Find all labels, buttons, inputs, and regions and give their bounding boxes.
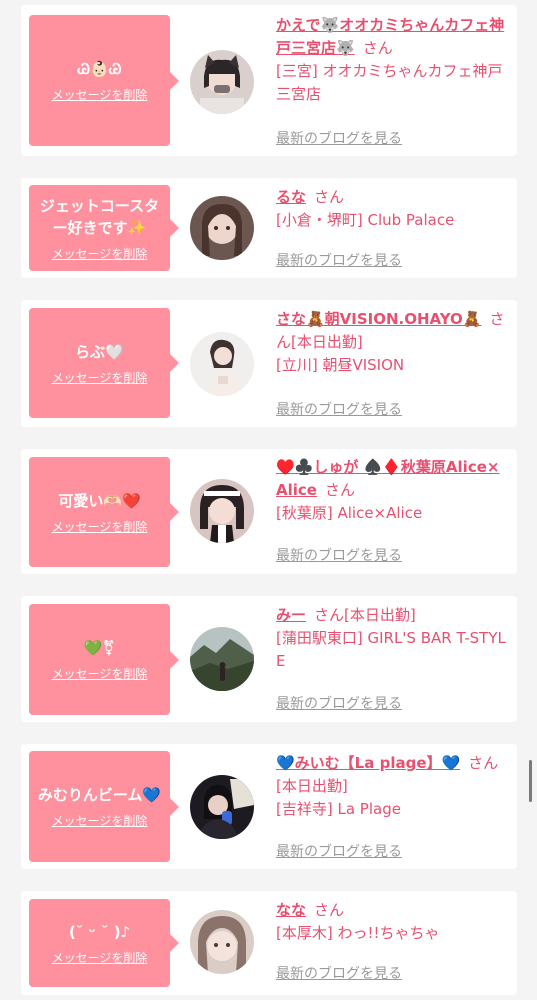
- avatar[interactable]: [190, 910, 254, 974]
- message-bubble: (˘ ᵕ ˘ )♪ メッセージを削除: [29, 899, 179, 987]
- scrollbar[interactable]: [529, 760, 532, 802]
- delete-message-link[interactable]: メッセージを削除: [52, 665, 148, 682]
- shop-text: [三宮] オオカミちゃんカフェ神戸三宮店: [276, 62, 503, 103]
- message-bubble: Ꮚ👶🏻Ꮚ メッセージを削除: [29, 15, 179, 146]
- message-card: らぶ🤍 メッセージを削除 さな🧸朝VISION.OHAYO🧸 さん[本日出勤] […: [21, 300, 517, 427]
- delete-message-link[interactable]: メッセージを削除: [52, 245, 148, 262]
- shop-text: [本厚木] わっ!!ちゃちゃ: [276, 924, 440, 942]
- message-text: 可愛い🫶🏻❤️: [58, 491, 141, 510]
- latest-blog-link[interactable]: 最新のブログを見る: [276, 841, 402, 861]
- shop-text: [小倉・堺町] Club Palace: [276, 211, 455, 229]
- avatar-photo: [190, 775, 254, 839]
- message-text: (˘ ᵕ ˘ )♪: [68, 922, 131, 941]
- latest-blog-link[interactable]: 最新のブログを見る: [276, 545, 402, 565]
- delete-message-link[interactable]: メッセージを削除: [52, 86, 148, 103]
- shop-text: [秋葉原] Alice×Alice: [276, 504, 423, 522]
- avatar-photo: [190, 910, 254, 974]
- status-text: [本日出勤]: [276, 777, 348, 795]
- message-bubble: らぶ🤍 メッセージを削除: [29, 308, 179, 418]
- delete-message-link[interactable]: メッセージを削除: [52, 812, 148, 829]
- message-text: ジェットコースター好きです✨: [39, 196, 160, 237]
- latest-blog-link[interactable]: 最新のブログを見る: [276, 250, 402, 270]
- status-text: [本日出勤]: [291, 333, 363, 351]
- member-info: みー さん[本日出勤] [蒲田駅東口] GIRL'S BAR T-STYLE: [276, 604, 508, 673]
- message-text: Ꮚ👶🏻Ꮚ: [77, 60, 122, 78]
- honorific: さん: [468, 754, 499, 772]
- delete-message-link[interactable]: メッセージを削除: [52, 518, 148, 535]
- latest-blog-link[interactable]: 最新のブログを見る: [276, 399, 402, 419]
- honorific: さん: [324, 481, 355, 499]
- message-bubble: 可愛い🫶🏻❤️ メッセージを削除: [29, 457, 179, 567]
- avatar-photo: [190, 627, 254, 691]
- member-name-link[interactable]: なな: [276, 901, 306, 919]
- member-name-link[interactable]: るな: [276, 188, 306, 206]
- honorific: さん: [314, 188, 345, 206]
- message-card: 可愛い🫶🏻❤️ メッセージを削除 ♥️♣️しゅが ♠️♦️秋葉原Alice×Al…: [21, 449, 517, 574]
- delete-message-link[interactable]: メッセージを削除: [52, 369, 148, 386]
- member-name-link[interactable]: 💙みいむ【La plage】💙: [276, 754, 460, 772]
- delete-message-link[interactable]: メッセージを削除: [52, 949, 148, 966]
- avatar-photo: [190, 50, 254, 114]
- avatar-photo: [190, 479, 254, 543]
- latest-blog-link[interactable]: 最新のブログを見る: [276, 128, 402, 148]
- shop-text: [吉祥寺] La Plage: [276, 800, 401, 818]
- message-bubble: 💚⚧ メッセージを削除: [29, 604, 179, 715]
- status-text: [本日出勤]: [344, 606, 416, 624]
- shop-text: [蒲田駅東口] GIRL'S BAR T-STYLE: [276, 629, 506, 670]
- member-info: さな🧸朝VISION.OHAYO🧸 さん[本日出勤] [立川] 朝昼VISION: [276, 308, 508, 377]
- avatar[interactable]: [190, 627, 254, 691]
- avatar[interactable]: [190, 50, 254, 114]
- message-text: らぶ🤍: [75, 342, 124, 361]
- member-info: かえで🐺オオカミちゃんカフェ神戸三宮店🐺 さん [三宮] オオカミちゃんカフェ神戸…: [276, 14, 508, 106]
- member-name-link[interactable]: ♥️♣️しゅが ♠️♦️秋葉原Alice×Alice: [276, 458, 499, 499]
- avatar[interactable]: [190, 479, 254, 543]
- member-name-link[interactable]: みー: [276, 606, 306, 624]
- avatar[interactable]: [190, 332, 254, 396]
- honorific: さん: [362, 39, 393, 57]
- message-card: ジェットコースター好きです✨ メッセージを削除 るな さん [小倉・堺町] Clu…: [21, 178, 517, 278]
- latest-blog-link[interactable]: 最新のブログを見る: [276, 693, 402, 713]
- message-card: (˘ ᵕ ˘ )♪ メッセージを削除 なな さん [本厚木] わっ!!ちゃちゃ 最…: [21, 891, 517, 995]
- avatar-photo: [190, 332, 254, 396]
- shop-text: [立川] 朝昼VISION: [276, 356, 405, 374]
- latest-blog-link[interactable]: 最新のブログを見る: [276, 963, 402, 983]
- message-bubble: みむりんビーム💙 メッセージを削除: [29, 751, 179, 862]
- avatar[interactable]: [190, 775, 254, 839]
- message-bubble: ジェットコースター好きです✨ メッセージを削除: [29, 185, 179, 271]
- member-info: ♥️♣️しゅが ♠️♦️秋葉原Alice×Alice さん [秋葉原] Alice…: [276, 456, 508, 525]
- member-info: なな さん [本厚木] わっ!!ちゃちゃ: [276, 899, 508, 945]
- member-info: るな さん [小倉・堺町] Club Palace: [276, 186, 508, 232]
- message-card: Ꮚ👶🏻Ꮚ メッセージを削除 かえで🐺オオカミちゃんカフェ神戸三宮店🐺 さん [三宮…: [21, 5, 517, 156]
- member-name-link[interactable]: さな🧸朝VISION.OHAYO🧸: [276, 310, 482, 328]
- member-info: 💙みいむ【La plage】💙 さん [本日出勤] [吉祥寺] La Plage: [276, 752, 508, 821]
- honorific: さん: [314, 901, 345, 919]
- message-text: 💚⚧: [83, 639, 116, 657]
- message-card: みむりんビーム💙 メッセージを削除 💙みいむ【La plage】💙 さん [本日出勤…: [21, 744, 517, 869]
- avatar-photo: [190, 196, 254, 260]
- message-card: 💚⚧ メッセージを削除 みー さん[本日出勤] [蒲田駅東口] GIRL'S BA…: [21, 596, 517, 722]
- honorific: さん: [314, 606, 345, 624]
- message-text: みむりんビーム💙: [37, 786, 162, 804]
- avatar[interactable]: [190, 196, 254, 260]
